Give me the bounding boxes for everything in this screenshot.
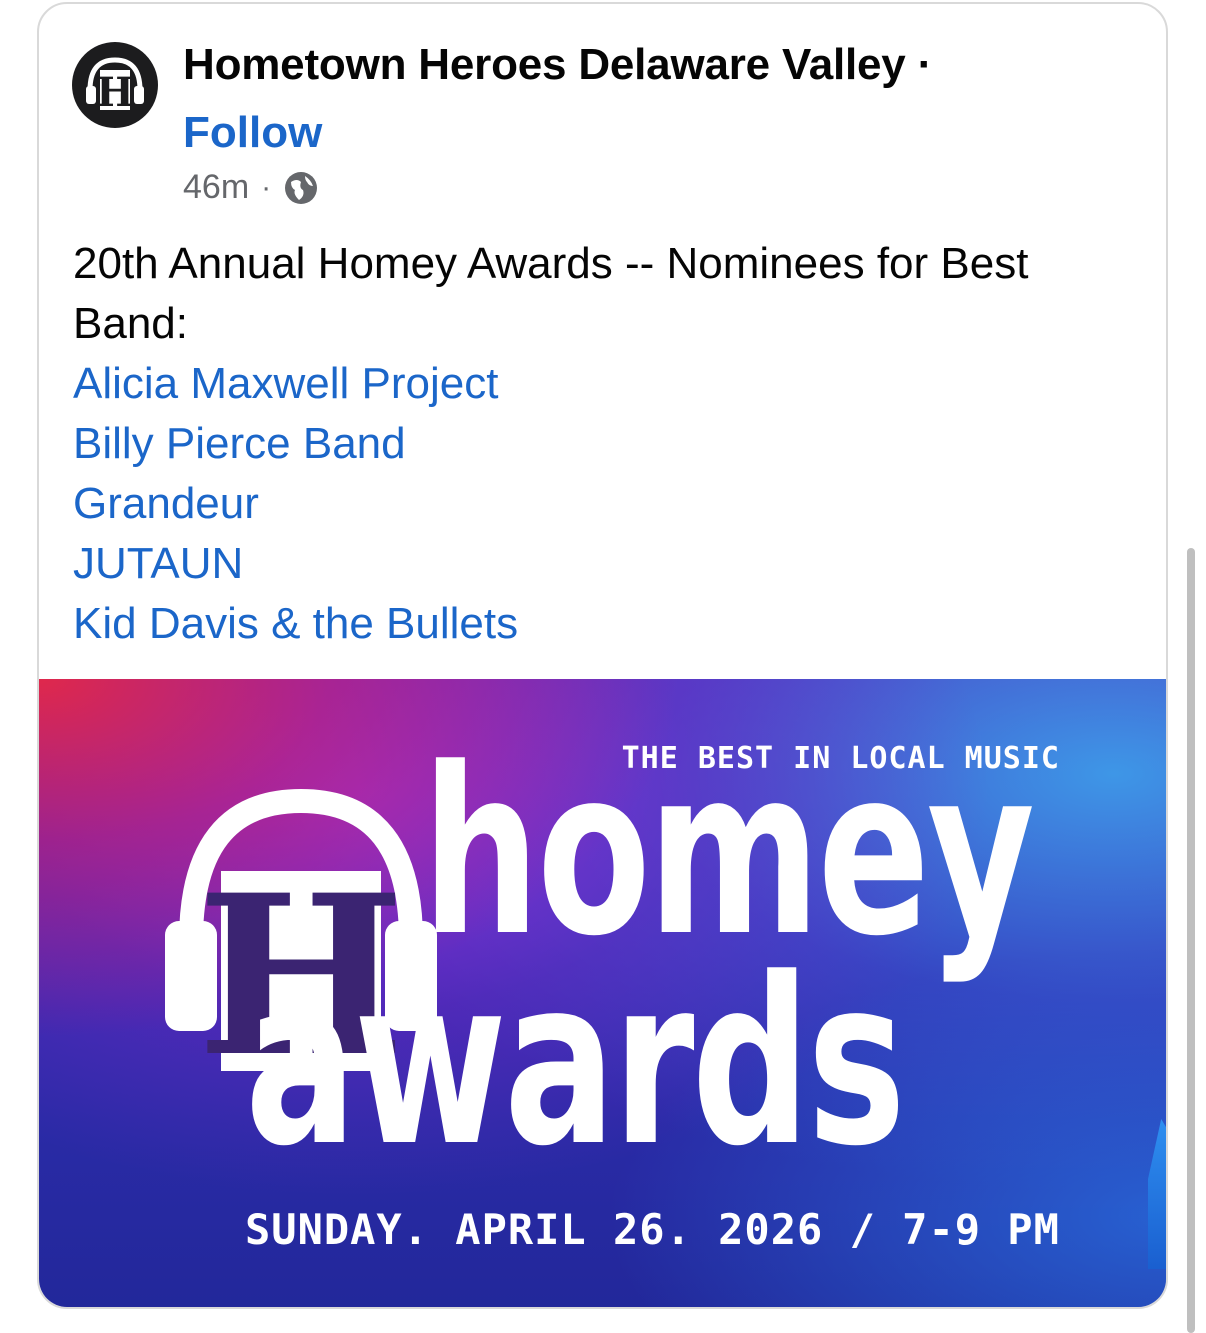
- post-timestamp[interactable]: 46m: [183, 168, 249, 207]
- headphones-h-logo-icon: H: [86, 57, 144, 116]
- nominee-link[interactable]: Alicia Maxwell Project: [73, 354, 518, 414]
- nominee-link[interactable]: Billy Pierce Band: [73, 414, 518, 474]
- screen: H Hometown Heroes Delaware Valley · Foll…: [0, 0, 1206, 1333]
- nominee-link[interactable]: Kid Davis & the Bullets: [73, 594, 518, 654]
- post-body-text: 20th Annual Homey Awards -- Nominees for…: [73, 239, 1029, 348]
- name-separator: ·: [917, 40, 933, 89]
- post-image-banner[interactable]: THE BEST IN LOCAL MUSIC H homey awards S…: [39, 679, 1166, 1307]
- meta-separator: ·: [261, 170, 272, 204]
- nominee-link[interactable]: JUTAUN: [73, 534, 518, 594]
- banner-awards-word: awards: [245, 930, 906, 1197]
- post-card: H Hometown Heroes Delaware Valley · Foll…: [37, 2, 1168, 1309]
- page-name-header: Hometown Heroes Delaware Valley ·: [183, 40, 932, 90]
- svg-text:H: H: [96, 69, 134, 116]
- nominee-link[interactable]: Grandeur: [73, 474, 518, 534]
- scrollbar-thumb[interactable]: [1187, 548, 1195, 1333]
- banner-event-date: SUNDAY. APRIL 26. 2026 / 7-9 PM: [245, 1205, 1060, 1254]
- post-meta: 46m ·: [183, 168, 319, 207]
- globe-icon[interactable]: [283, 170, 319, 206]
- page-name-link[interactable]: Hometown Heroes Delaware Valley: [183, 40, 906, 89]
- nominee-list: Alicia Maxwell Project Billy Pierce Band…: [73, 354, 518, 654]
- follow-button[interactable]: Follow: [183, 108, 322, 158]
- decorative-shape: [1148, 1119, 1166, 1269]
- page-avatar[interactable]: H: [72, 42, 158, 128]
